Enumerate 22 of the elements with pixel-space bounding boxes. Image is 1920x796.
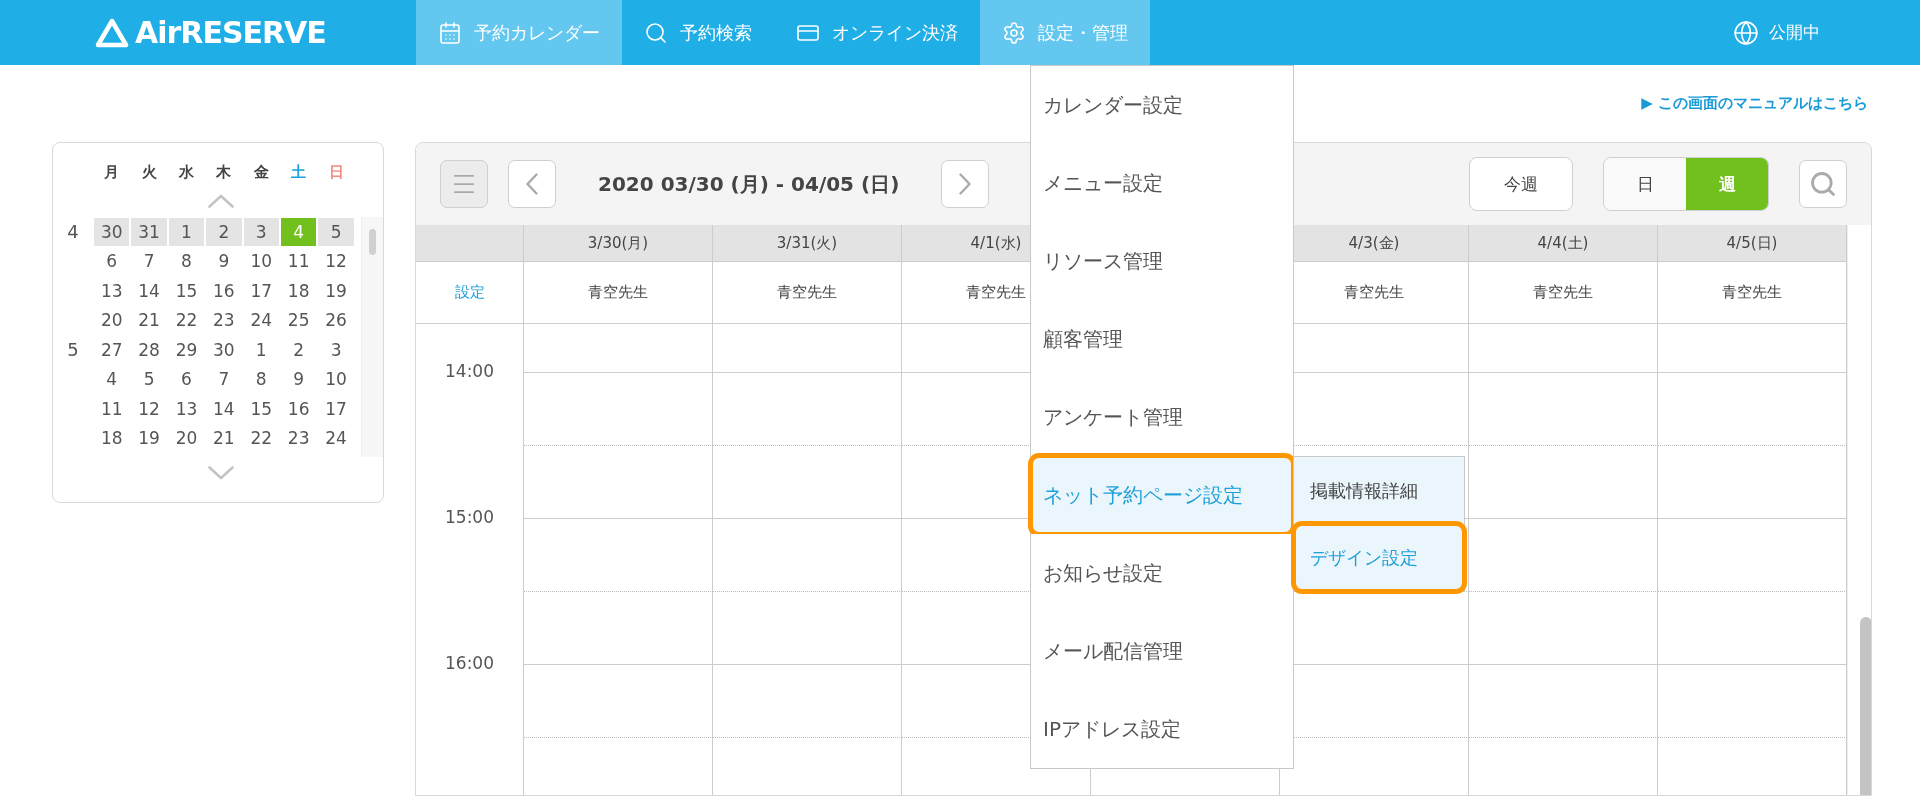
resource-cell: 青空先生	[524, 262, 713, 324]
weekday-label: 月	[103, 162, 121, 183]
weekday-label: 金	[252, 162, 270, 183]
weekday-label: 火	[140, 162, 158, 183]
date-range: 2020 03/30 (月) - 04/05 (日)	[597, 170, 901, 198]
publish-status: 公開中	[1769, 21, 1820, 44]
time-label: 14:00	[445, 361, 494, 381]
weekday-label: 土	[290, 162, 308, 183]
resource-cell: 青空先生	[1469, 262, 1658, 324]
date-header: 4/4(土)	[1469, 225, 1658, 262]
date-header: 3/31(火)	[713, 225, 902, 262]
month-number: 4	[66, 220, 80, 245]
time-label: 15:00	[445, 507, 494, 527]
weekday-label: 日	[327, 162, 345, 183]
date-header: 4/5(日)	[1658, 225, 1847, 262]
date-header: 3/30(月)	[524, 225, 713, 262]
weekday-label: 水	[177, 162, 195, 183]
time-label: 16:00	[445, 653, 494, 673]
weekday-label: 木	[215, 162, 233, 183]
resource-cell: 青空先生	[713, 262, 902, 324]
app-logo: AirRESERVE	[135, 15, 326, 50]
month-number: 5	[66, 338, 80, 363]
